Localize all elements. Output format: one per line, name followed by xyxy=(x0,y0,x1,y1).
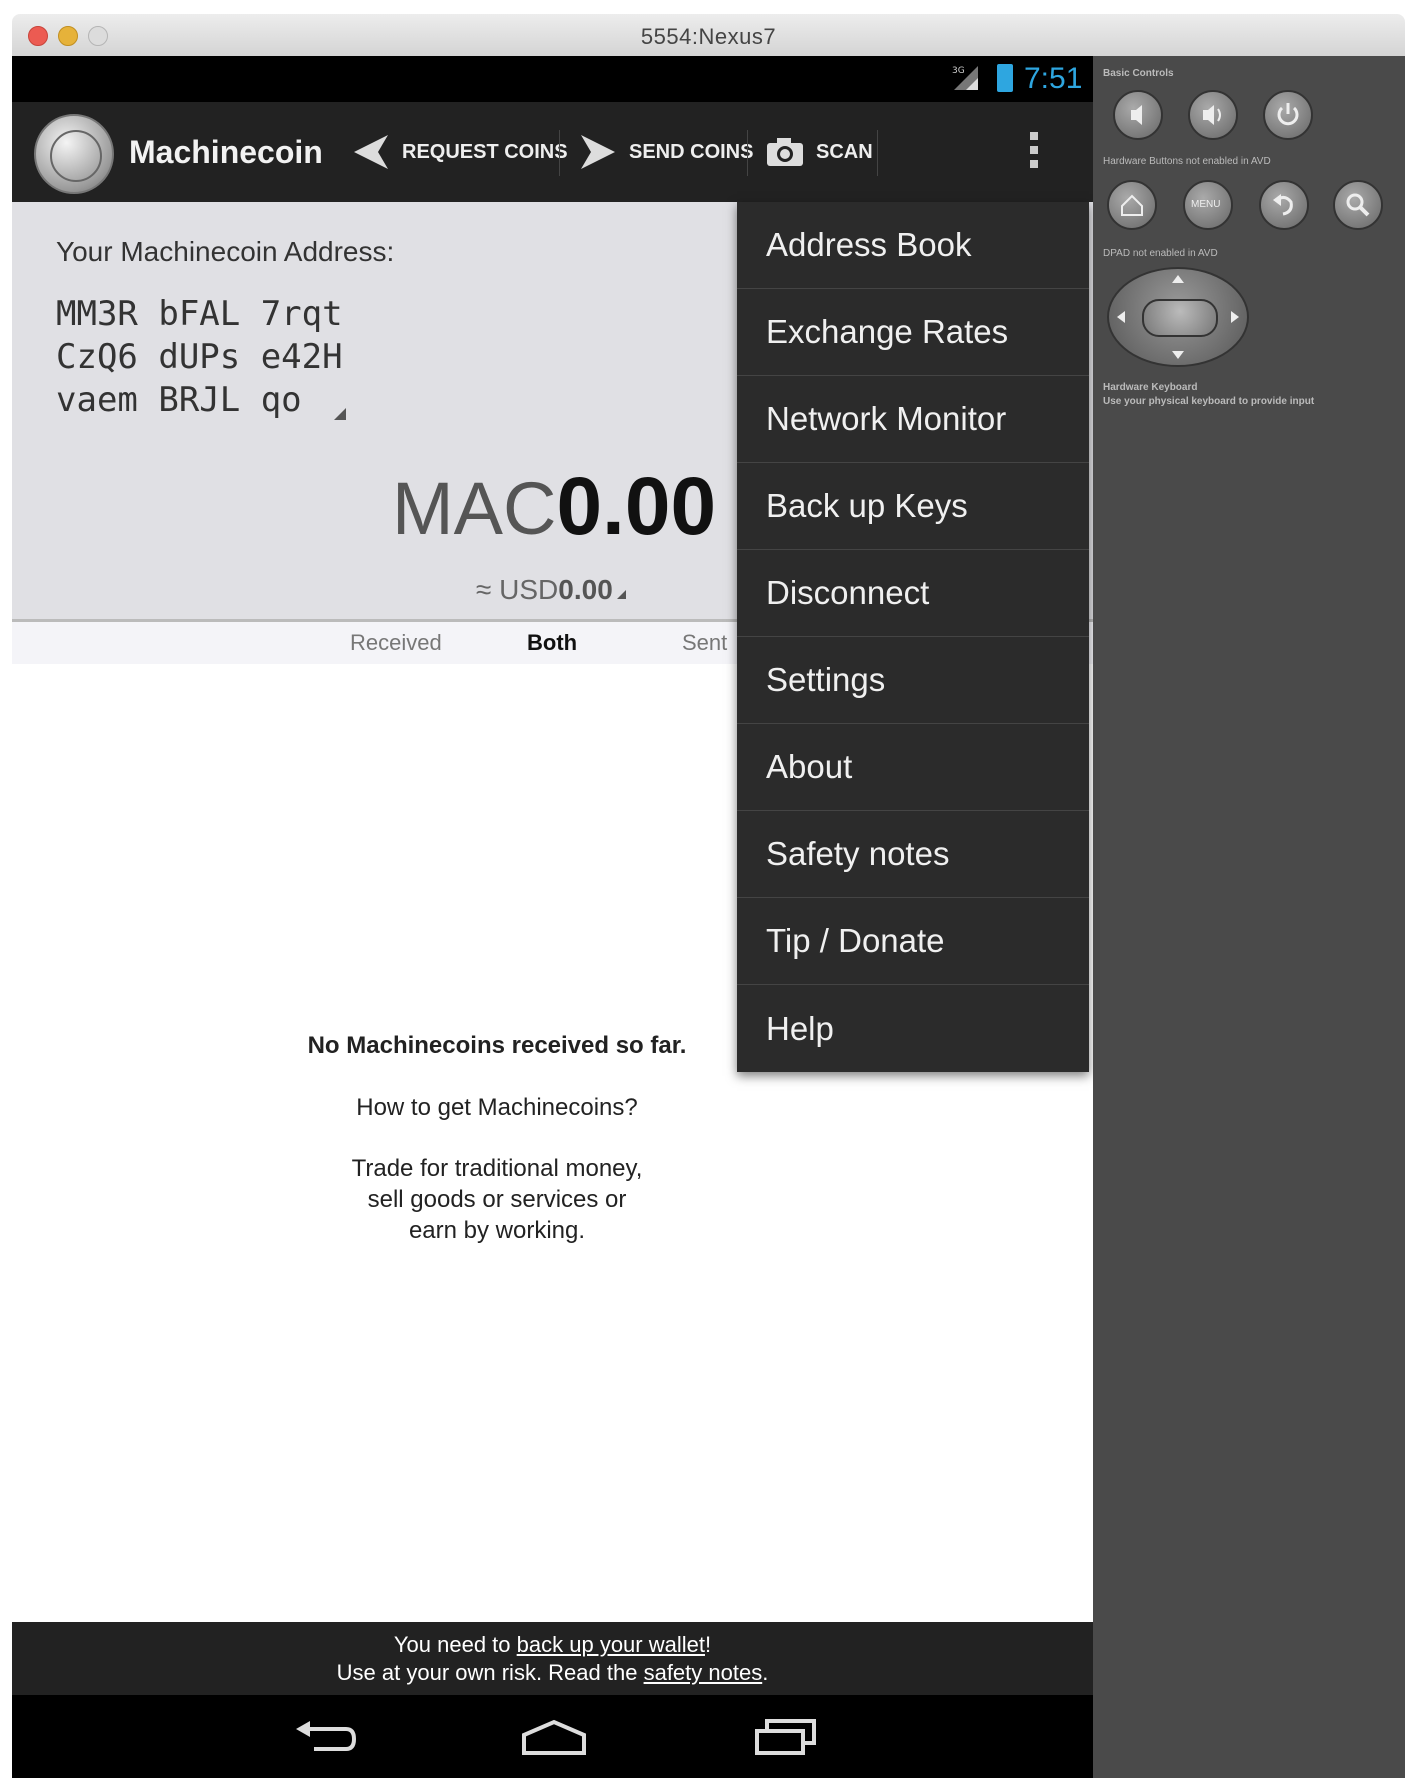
address-line-1[interactable]: MM3R bFAL 7rqt xyxy=(56,294,343,334)
request-coins-button[interactable]: REQUEST COINS xyxy=(352,102,568,202)
menu-item-label: Help xyxy=(766,1009,834,1047)
menu-item-label: Tip / Donate xyxy=(766,922,945,959)
address-line-2[interactable]: CzQ6 dUPs e42H xyxy=(56,337,343,377)
empty-text-3: earn by working. xyxy=(408,1217,586,1244)
menu-item-settings[interactable]: Settings xyxy=(737,637,1089,724)
footer-line-1: You need to back up your wallet! xyxy=(12,1632,1093,1658)
warning-footer: You need to back up your wallet! Use at … xyxy=(12,1622,1093,1695)
menu-item-tip-donate[interactable]: Tip / Donate xyxy=(737,898,1089,985)
volume-up-icon xyxy=(1203,105,1221,125)
fiat-value: 0.00 xyxy=(558,574,613,605)
footer-text: You need to xyxy=(393,1632,517,1657)
footer-text: . xyxy=(762,1660,769,1685)
fiat-expand-icon xyxy=(617,590,626,599)
search-hw-button[interactable] xyxy=(1333,180,1383,230)
hardware-buttons-label: Hardware Buttons not enabled in AVD xyxy=(1103,156,1271,167)
power-icon xyxy=(1277,103,1299,126)
address-expand-icon xyxy=(334,408,346,420)
menu-hw-button[interactable]: MENU xyxy=(1183,180,1233,230)
volume-up-button[interactable] xyxy=(1188,90,1238,140)
menu-item-label: Exchange Rates xyxy=(766,313,1009,350)
device-screen: 3G 7:51 Machinecoin REQUEST COINS SEND C… xyxy=(12,56,1093,1778)
window-titlebar: 5554:Nexus7 xyxy=(12,14,1405,57)
overflow-menu-icon[interactable] xyxy=(1028,132,1040,172)
battery-icon xyxy=(997,64,1013,92)
footer-text: Use at your own risk. Read the xyxy=(336,1660,644,1685)
recent-apps-icon[interactable] xyxy=(754,1717,818,1757)
home-icon[interactable] xyxy=(520,1719,588,1755)
address-label: Your Machinecoin Address: xyxy=(56,236,395,267)
menu-item-label: Back up Keys xyxy=(766,487,968,524)
overflow-menu: Address Book Exchange Rates Network Moni… xyxy=(737,202,1089,1072)
menu-item-about[interactable]: About xyxy=(737,724,1089,811)
status-bar: 3G 7:51 xyxy=(12,56,1093,102)
house-icon xyxy=(1121,194,1143,216)
navigation-bar xyxy=(12,1695,1093,1778)
tab-both[interactable]: Both xyxy=(527,630,577,656)
menu-item-address-book[interactable]: Address Book xyxy=(737,202,1089,289)
balance-currency: MAC xyxy=(392,467,557,550)
app-title: Machinecoin xyxy=(129,134,323,170)
send-coins-button[interactable]: SEND COINS xyxy=(579,102,753,202)
menu-item-exchange-rates[interactable]: Exchange Rates xyxy=(737,289,1089,376)
balance[interactable]: MAC0.00 xyxy=(392,460,716,554)
safety-notes-link[interactable]: safety notes xyxy=(644,1660,763,1685)
footer-line-2: Use at your own risk. Read the safety no… xyxy=(12,1660,1093,1686)
send-arrow-icon xyxy=(581,135,615,169)
scan-button[interactable]: SCAN xyxy=(766,102,873,202)
signal-icon: 3G xyxy=(952,66,978,90)
camera-icon xyxy=(767,138,803,166)
back-icon[interactable] xyxy=(294,1719,358,1755)
volume-down-icon xyxy=(1131,105,1142,125)
scan-label: SCAN xyxy=(816,140,873,163)
dpad-control[interactable] xyxy=(1107,267,1249,367)
home-hw-button[interactable] xyxy=(1107,180,1157,230)
fiat-prefix: ≈ USD xyxy=(476,574,559,605)
menu-item-label: Disconnect xyxy=(766,574,930,611)
request-arrow-icon xyxy=(354,135,388,169)
status-time: 7:51 xyxy=(1024,62,1083,95)
menu-item-label: Network Monitor xyxy=(766,400,1007,437)
footer-text: ! xyxy=(704,1632,712,1657)
menu-item-safety-notes[interactable]: Safety notes xyxy=(737,811,1089,898)
menu-item-help[interactable]: Help xyxy=(737,985,1089,1072)
app-logo-icon[interactable] xyxy=(34,114,114,194)
back-hw-button[interactable] xyxy=(1259,180,1309,230)
back-arrow-icon xyxy=(1273,194,1293,216)
window-title: 5554:Nexus7 xyxy=(640,24,777,49)
dpad-label: DPAD not enabled in AVD xyxy=(1103,248,1218,259)
fiat-balance: ≈ USD0.00 xyxy=(476,574,613,606)
volume-down-button[interactable] xyxy=(1113,90,1163,140)
menu-item-label: Settings xyxy=(766,661,886,698)
empty-text-2: sell goods or services or xyxy=(367,1186,627,1213)
menu-item-label: Address Book xyxy=(766,226,972,263)
request-coins-label: REQUEST COINS xyxy=(402,140,568,163)
menu-hw-label: MENU xyxy=(1191,199,1221,210)
backup-wallet-link[interactable]: back up your wallet xyxy=(517,1632,705,1657)
balance-value: 0.00 xyxy=(556,461,717,552)
emulator-control-panel: Basic Controls Hardware Buttons not enab… xyxy=(1093,56,1405,1778)
svg-text:3G: 3G xyxy=(952,66,965,76)
power-button[interactable] xyxy=(1263,90,1313,140)
keyboard-title: Hardware Keyboard xyxy=(1103,382,1198,393)
basic-controls-label: Basic Controls xyxy=(1103,68,1174,79)
search-icon xyxy=(1346,193,1370,217)
address-line-3[interactable]: vaem BRJL qo xyxy=(56,380,302,420)
menu-item-disconnect[interactable]: Disconnect xyxy=(737,550,1089,637)
menu-item-label: Safety notes xyxy=(766,835,950,872)
menu-item-label: About xyxy=(766,748,853,785)
menu-item-network-monitor[interactable]: Network Monitor xyxy=(737,376,1089,463)
menu-item-back-up-keys[interactable]: Back up Keys xyxy=(737,463,1089,550)
tab-sent[interactable]: Sent xyxy=(682,630,727,656)
keyboard-subtitle: Use your physical keyboard to provide in… xyxy=(1103,396,1315,407)
dpad-arrows-icon xyxy=(1117,275,1239,359)
send-coins-label: SEND COINS xyxy=(629,140,754,163)
tab-received[interactable]: Received xyxy=(350,630,442,656)
action-bar: Machinecoin REQUEST COINS SEND COINS SCA… xyxy=(12,102,1093,202)
empty-question: How to get Machinecoins? xyxy=(356,1094,638,1121)
empty-text-1: Trade for traditional money, xyxy=(351,1155,643,1182)
